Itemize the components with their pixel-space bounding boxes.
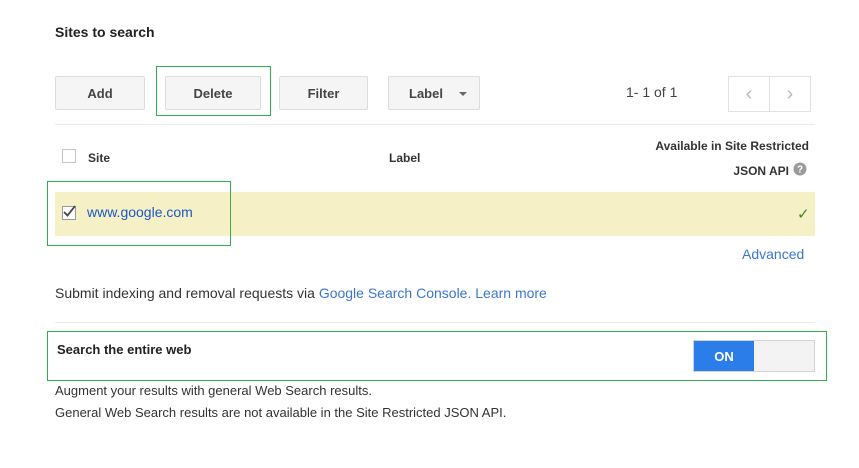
prev-page-button[interactable]: ‹: [728, 76, 770, 112]
chevron-down-icon: [459, 92, 467, 96]
label-dropdown-text: Label: [409, 85, 443, 101]
label-column-header: Label: [389, 151, 421, 165]
submit-prefix: Submit indexing and removal requests via: [55, 285, 319, 301]
section-title: Sites to search: [55, 24, 155, 40]
help-icon[interactable]: ?: [793, 162, 807, 176]
entire-web-description-1: Augment your results with general Web Se…: [55, 383, 372, 398]
available-check-icon: ✓: [797, 206, 810, 223]
row-highlight-box: [47, 181, 231, 246]
entire-web-highlight-box: [47, 331, 827, 381]
search-console-link[interactable]: Google Search Console.: [319, 285, 472, 301]
entire-web-description-2: General Web Search results are not avail…: [55, 405, 507, 420]
available-column-header-line1: Available in Site Restricted: [655, 139, 809, 153]
chevron-right-icon: ›: [786, 82, 794, 105]
delete-highlight-box: [156, 66, 271, 116]
filter-button[interactable]: Filter: [279, 76, 368, 110]
divider: [55, 322, 815, 323]
chevron-left-icon: ‹: [745, 82, 753, 105]
available-column-header-line2: JSON API: [733, 164, 789, 178]
add-button[interactable]: Add: [55, 76, 145, 110]
submit-requests-text: Submit indexing and removal requests via…: [55, 285, 547, 301]
advanced-link[interactable]: Advanced: [742, 246, 804, 262]
site-column-header: Site: [88, 151, 111, 165]
next-page-button[interactable]: ›: [769, 76, 811, 112]
select-all-checkbox[interactable]: [62, 149, 76, 163]
label-dropdown-button[interactable]: Label: [388, 76, 480, 110]
svg-text:?: ?: [797, 165, 803, 176]
divider: [55, 124, 815, 125]
learn-more-link[interactable]: Learn more: [475, 285, 547, 301]
pagination-text: 1- 1 of 1: [626, 84, 678, 100]
